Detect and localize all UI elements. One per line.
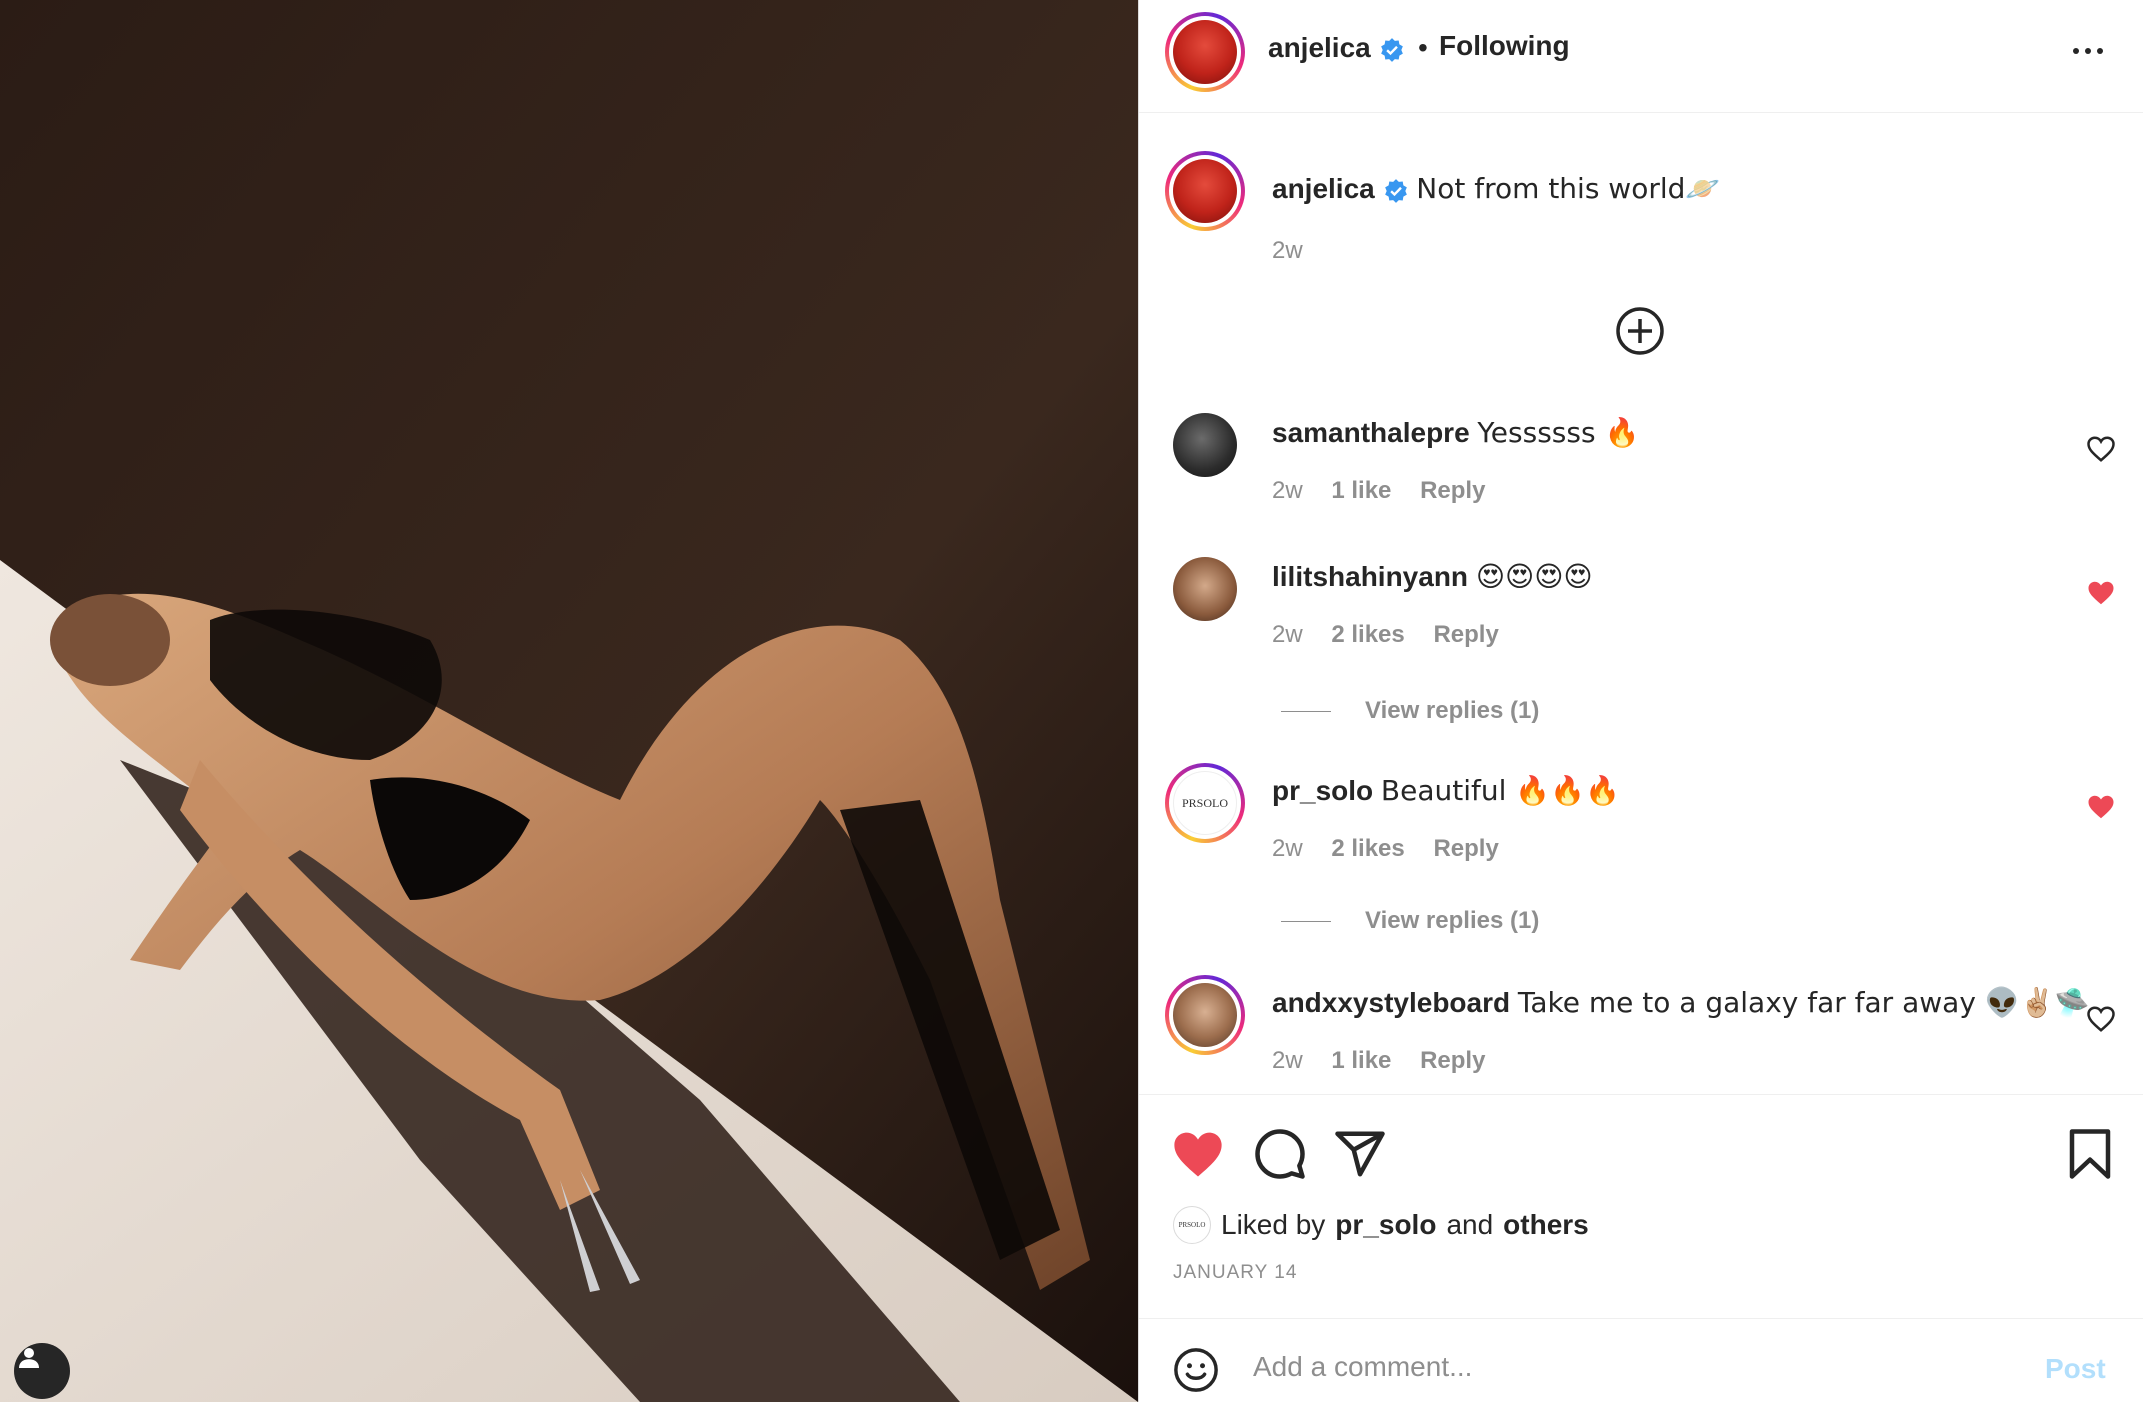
reply-button[interactable]: Reply [1433,835,1498,862]
reply-button[interactable]: Reply [1420,1047,1485,1074]
comment-age: 2w [1272,835,1303,862]
prsolo-logo: PRSOLO [1173,771,1237,835]
comment-composer: Post [1139,1318,2143,1403]
like-button[interactable] [1171,1127,1225,1181]
others-link[interactable]: others [1503,1209,1589,1241]
caption-text: Not from this world🪐 [1416,172,1721,205]
view-replies-button[interactable]: View replies (1) [1281,907,1539,935]
post-media[interactable] [0,0,1138,1402]
comment-age: 2w [1272,477,1303,504]
user-icon [19,1348,39,1368]
post-side-panel: anjelica • Following anjelica Not from t… [1138,0,2143,1402]
commenter-avatar[interactable] [1173,413,1237,477]
commenter-avatar[interactable] [1165,975,1245,1055]
following-button[interactable]: Following [1439,30,1570,62]
liked-by-prefix: Liked by [1221,1209,1326,1240]
comment-text: Yessssss 🔥 [1477,416,1640,449]
comment-likes[interactable]: 1 like [1331,477,1391,504]
heart-icon[interactable] [2086,435,2116,463]
author-avatar[interactable] [1165,12,1245,92]
author-avatar[interactable] [1165,151,1245,231]
comment-username[interactable]: pr_solo [1272,775,1373,806]
comment-input[interactable] [1251,1341,1975,1393]
reply-button[interactable]: Reply [1420,477,1485,504]
load-more-comments-icon[interactable] [1614,305,1666,357]
comment-text: Take me to a galaxy far far away 👽✌🏼🛸 [1517,986,2090,1019]
more-options-icon[interactable] [2063,36,2113,66]
heart-icon[interactable] [2086,1005,2116,1033]
caption-username[interactable]: anjelica [1272,173,1375,204]
comment-age: 2w [1272,1047,1303,1074]
liker-avatar[interactable]: PRSOLO [1173,1206,1211,1244]
tagged-users-button[interactable] [14,1343,70,1399]
comment-icon[interactable] [1253,1127,1307,1181]
view-replies-line [1281,921,1331,923]
emoji-icon[interactable] [1173,1347,1219,1393]
commenter-avatar[interactable]: PRSOLO [1165,763,1245,843]
comment-username[interactable]: samanthalepre [1272,417,1470,448]
share-icon[interactable] [1333,1127,1387,1181]
author-username[interactable]: anjelica [1268,32,1371,63]
comments-list[interactable]: anjelica Not from this world🪐 2w samanth… [1139,113,2143,1093]
liked-by-conj: and [1446,1209,1494,1240]
heart-icon[interactable] [2086,579,2116,607]
reply-button[interactable]: Reply [1433,621,1498,648]
comment-likes[interactable]: 2 likes [1331,835,1404,862]
heart-icon[interactable] [2086,793,2116,821]
view-replies-button[interactable]: View replies (1) [1281,697,1539,725]
verified-badge-icon [1384,178,1407,203]
liker-username[interactable]: pr_solo [1335,1209,1436,1241]
comment-age: 2w [1272,621,1303,648]
header-separator: • [1418,32,1428,63]
commenter-avatar[interactable] [1173,557,1237,621]
post-date[interactable]: JANUARY 14 [1173,1262,1297,1284]
comment-likes[interactable]: 1 like [1331,1047,1391,1074]
likes-summary: PRSOLO Liked by pr_solo and others [1173,1206,1589,1244]
comment-text: Beautiful 🔥🔥🔥 [1380,774,1620,807]
view-replies-label: View replies (1) [1365,907,1540,934]
verified-badge-icon [1380,37,1403,62]
post-photo [0,0,1138,1402]
post-header: anjelica • Following [1139,0,2143,113]
comment-username[interactable]: lilitshahinyann [1272,561,1468,592]
view-replies-label: View replies (1) [1365,697,1540,724]
caption-age: 2w [1272,237,1303,264]
comment-username[interactable]: andxxystyleboard [1272,987,1510,1018]
post-button[interactable]: Post [2045,1353,2106,1385]
bookmark-icon[interactable] [2063,1127,2117,1181]
view-replies-line [1281,711,1331,713]
comment-text: 😍😍😍😍 [1475,560,1593,593]
comment-likes[interactable]: 2 likes [1331,621,1404,648]
